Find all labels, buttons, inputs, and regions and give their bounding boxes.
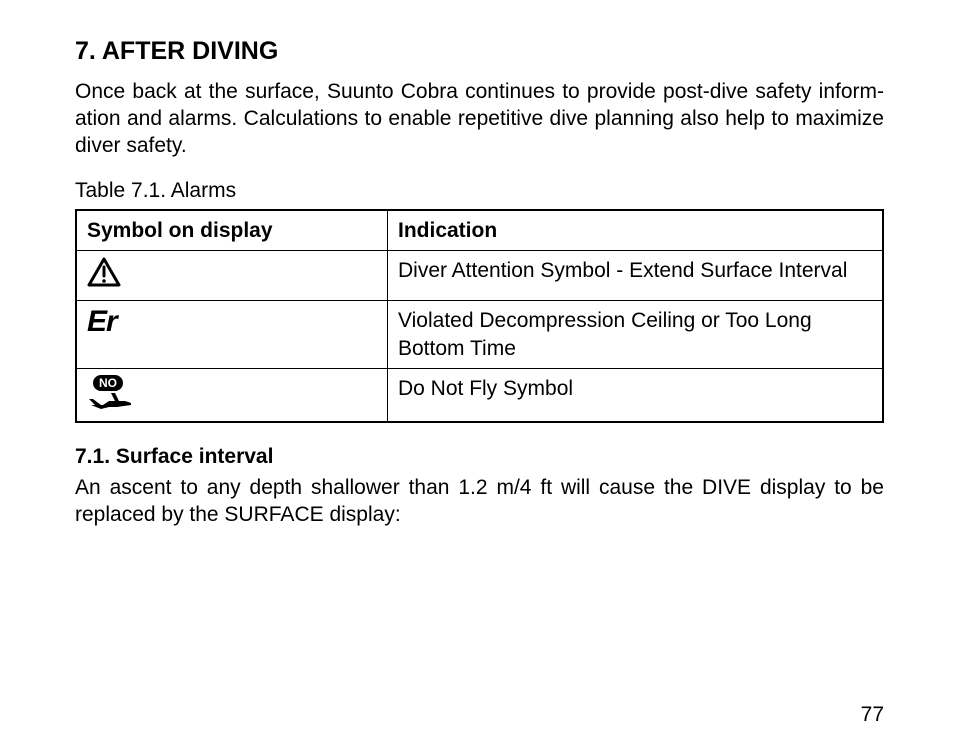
table-row: NO Do Not Fly Symbol <box>76 368 883 422</box>
header-indication: Indication <box>388 210 884 251</box>
table-row: Diver Attention Symbol - Extend Surface … <box>76 250 883 300</box>
indication-cell: Do Not Fly Symbol <box>388 368 884 422</box>
subsection-body: An ascent to any depth shallower than 1.… <box>75 474 884 529</box>
no-label: NO <box>99 376 117 390</box>
table-row: Er Violated Decompression Ceiling or Too… <box>76 301 883 369</box>
alarms-table: Symbol on display Indication Diver Atten… <box>75 209 884 423</box>
no-fly-icon: NO <box>87 375 135 415</box>
warning-triangle-icon <box>87 257 121 294</box>
indication-cell: Diver Attention Symbol - Extend Surface … <box>388 250 884 300</box>
table-header-row: Symbol on display Indication <box>76 210 883 251</box>
header-symbol: Symbol on display <box>76 210 388 251</box>
indication-cell: Violated Decompression Ceiling or Too Lo… <box>388 301 884 369</box>
intro-paragraph: Once back at the surface, Suunto Cobra c… <box>75 78 884 160</box>
table-caption: Table 7.1. Alarms <box>75 177 884 204</box>
section-heading: 7. AFTER DIVING <box>75 35 884 68</box>
subsection-heading: 7.1. Surface interval <box>75 443 884 470</box>
er-icon: Er <box>87 307 117 337</box>
page-number: 77 <box>861 701 884 728</box>
